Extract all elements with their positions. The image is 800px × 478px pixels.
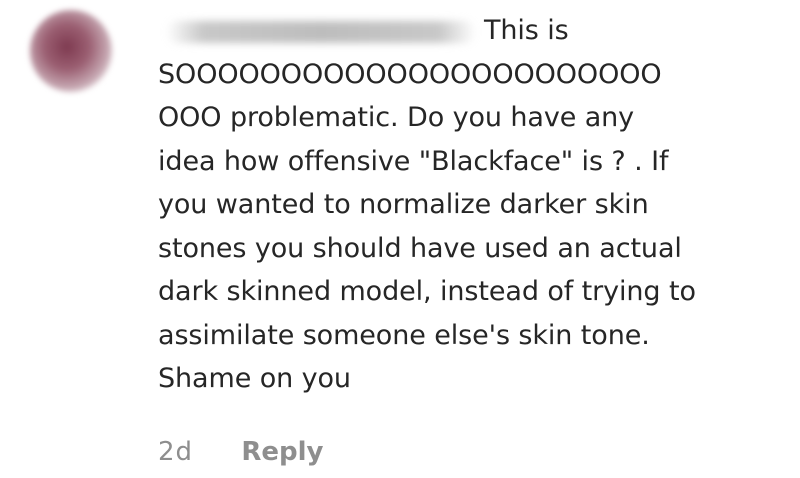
comment-line: SOOOOOOOOOOOOOOOOOOOOOOO [158, 58, 662, 90]
comment-line: you wanted to normalize darker skin [158, 189, 649, 220]
comment: This is SOOOOOOOOOOOOOOOOOOOOOOO OOO pro… [0, 0, 800, 478]
reply-button[interactable]: Reply [241, 432, 323, 472]
comment-line: OOO problematic. Do you have any [158, 102, 635, 133]
avatar[interactable] [30, 10, 112, 92]
comment-footer: 2d Reply [158, 432, 323, 472]
comment-line: This is [484, 15, 569, 46]
comment-line: Shame on you [158, 363, 351, 394]
comment-line: stones you should have used an actual [158, 232, 682, 264]
comment-line: dark skinned model, instead of trying to [158, 276, 696, 307]
comment-text: This is SOOOOOOOOOOOOOOOOOOOOOOO OOO pro… [158, 9, 788, 401]
comment-line: idea how offensive "Blackface" is ? . If [158, 145, 669, 177]
comment-line: assimilate someone else's skin tone. [158, 319, 650, 351]
timestamp[interactable]: 2d [158, 432, 193, 472]
